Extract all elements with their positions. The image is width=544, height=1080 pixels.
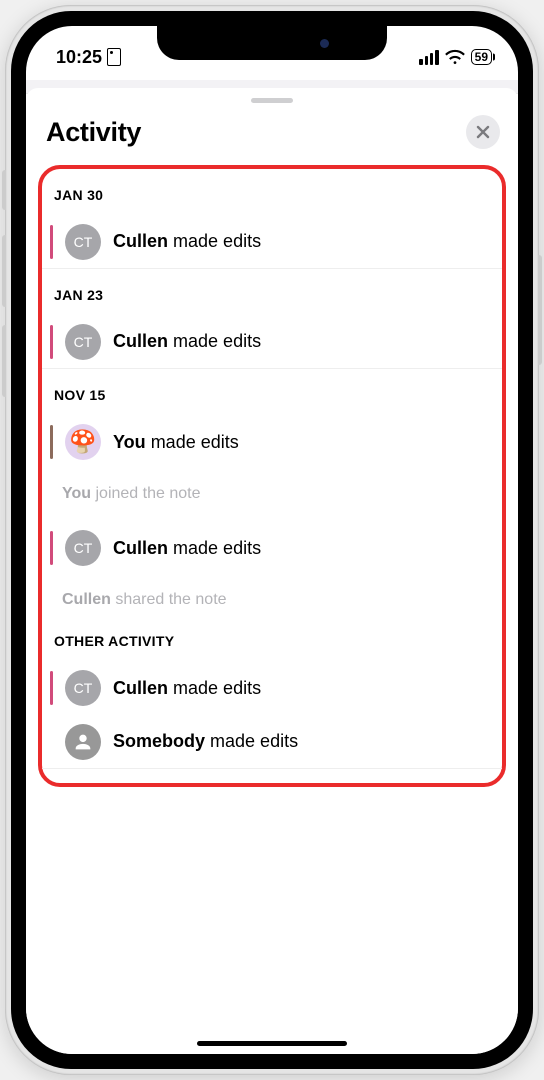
- activity-text: Cullen made edits: [113, 538, 261, 559]
- activity-text: Cullen made edits: [113, 678, 261, 699]
- activity-row[interactable]: CT Cullen made edits: [42, 661, 502, 715]
- phone-bezel: 10:25 59 Activity: [11, 11, 533, 1069]
- activity-row[interactable]: CT Cullen made edits: [42, 521, 502, 575]
- activity-row[interactable]: CT Cullen made edits: [42, 315, 502, 369]
- sim-icon: [107, 48, 121, 66]
- activity-text: Somebody made edits: [113, 731, 298, 752]
- edit-bar: [50, 725, 53, 759]
- activity-row[interactable]: 🍄 You made edits: [42, 415, 502, 469]
- date-header: OTHER ACTIVITY: [42, 627, 502, 661]
- activity-list-highlight: JAN 30 CT Cullen made edits JAN 23 CT: [38, 165, 506, 787]
- date-header: NOV 15: [42, 369, 502, 415]
- activity-row[interactable]: Somebody made edits: [42, 715, 502, 769]
- activity-text: Cullen made edits: [113, 231, 261, 252]
- side-button: [2, 235, 6, 307]
- edit-bar: [50, 671, 53, 705]
- activity-text: You made edits: [113, 432, 239, 453]
- status-time: 10:25: [56, 47, 102, 68]
- home-indicator[interactable]: [197, 1041, 347, 1046]
- activity-meta: You joined the note: [42, 469, 502, 521]
- sheet-header: Activity: [26, 113, 518, 161]
- activity-text: Cullen made edits: [113, 331, 261, 352]
- status-left: 10:25: [56, 47, 121, 68]
- side-button: [538, 255, 542, 365]
- sheet-grabber[interactable]: [251, 98, 293, 103]
- status-right: 59: [419, 49, 492, 65]
- side-button: [2, 170, 6, 210]
- edit-bar: [50, 325, 53, 359]
- activity-sheet: Activity JAN 30 CT Cullen made edits: [26, 88, 518, 1054]
- avatar: CT: [65, 224, 101, 260]
- activity-meta: Cullen shared the note: [42, 575, 502, 627]
- activity-row[interactable]: CT Cullen made edits: [42, 215, 502, 269]
- sheet-title: Activity: [46, 117, 141, 148]
- cell-signal-icon: [419, 50, 438, 65]
- edit-bar: [50, 531, 53, 565]
- phone-frame: 10:25 59 Activity: [5, 5, 539, 1075]
- avatar: CT: [65, 324, 101, 360]
- side-button: [2, 325, 6, 397]
- person-icon: [72, 731, 94, 753]
- avatar-you: 🍄: [65, 424, 101, 460]
- close-icon: [476, 125, 490, 139]
- avatar-generic: [65, 724, 101, 760]
- screen: 10:25 59 Activity: [26, 26, 518, 1054]
- date-header: JAN 23: [42, 269, 502, 315]
- edit-bar: [50, 225, 53, 259]
- wifi-icon: [445, 49, 465, 65]
- battery-indicator: 59: [471, 49, 492, 65]
- date-header: JAN 30: [42, 181, 502, 215]
- notch: [157, 26, 387, 60]
- edit-bar: [50, 425, 53, 459]
- avatar: CT: [65, 670, 101, 706]
- close-button[interactable]: [466, 115, 500, 149]
- avatar: CT: [65, 530, 101, 566]
